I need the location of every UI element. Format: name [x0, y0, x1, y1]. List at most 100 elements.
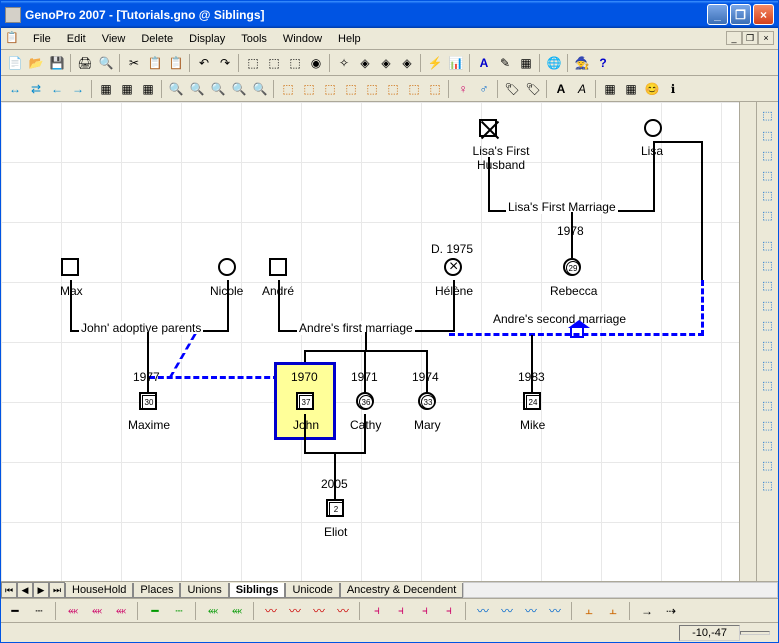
genogram-canvas[interactable]: Lisa's FirstHusband Lisa Lisa's First Ma…: [1, 102, 756, 581]
grid-icon[interactable]: ▦: [138, 79, 158, 99]
tree-icon[interactable]: ⬚: [404, 79, 424, 99]
tool-icon[interactable]: ◉: [306, 53, 326, 73]
tool-icon[interactable]: ◈: [397, 53, 417, 73]
rel-tool-icon[interactable]: ⫞: [439, 601, 459, 621]
tab-siblings[interactable]: Siblings: [229, 583, 286, 598]
rel-tool-icon[interactable]: ⬼: [227, 601, 247, 621]
tool-icon[interactable]: ✧: [334, 53, 354, 73]
rel-tool-icon[interactable]: 〰: [521, 601, 541, 621]
tab-nav-last[interactable]: ⏭: [49, 582, 65, 598]
tool-icon[interactable]: ⬚: [243, 53, 263, 73]
menu-window[interactable]: Window: [275, 31, 330, 47]
tool-icon[interactable]: ⬚: [264, 53, 284, 73]
label-icon[interactable]: 🏷: [502, 79, 522, 99]
rel-tool-icon[interactable]: ⬼: [63, 601, 83, 621]
zoom-icon[interactable]: 🔍: [229, 79, 249, 99]
rel-tool-icon[interactable]: 〰: [309, 601, 329, 621]
person-nicole[interactable]: [218, 258, 236, 279]
menu-tools[interactable]: Tools: [233, 31, 275, 47]
person-lisas-husband[interactable]: [479, 119, 497, 140]
tree-icon[interactable]: ⬚: [425, 79, 445, 99]
rel-tool-icon[interactable]: 〰: [473, 601, 493, 621]
zoom-out-icon[interactable]: 🔍: [187, 79, 207, 99]
vertical-scrollbar[interactable]: [739, 102, 756, 581]
tree-icon[interactable]: ⬚: [299, 79, 319, 99]
menu-display[interactable]: Display: [181, 31, 233, 47]
tab-nav-next[interactable]: ▶: [33, 582, 49, 598]
rel-tool-icon[interactable]: ⬼: [111, 601, 131, 621]
tree-icon[interactable]: ⬚: [278, 79, 298, 99]
side-tool-icon[interactable]: ⬚: [759, 146, 777, 164]
maximize-button[interactable]: ❐: [730, 4, 751, 25]
grid-icon[interactable]: ▦: [96, 79, 116, 99]
preview-icon[interactable]: 🔍: [96, 53, 116, 73]
text-icon[interactable]: A: [474, 53, 494, 73]
side-tool-icon[interactable]: ⬚: [759, 236, 777, 254]
minimize-button[interactable]: _: [707, 4, 728, 25]
tab-nav-first[interactable]: ⏮: [1, 582, 17, 598]
smiley-icon[interactable]: 😊: [642, 79, 662, 99]
redo-icon[interactable]: ↷: [215, 53, 235, 73]
rel-tool-icon[interactable]: ┄: [169, 601, 189, 621]
side-tool-icon[interactable]: ⬚: [759, 166, 777, 184]
tab-household[interactable]: HouseHold: [65, 583, 133, 598]
menu-help[interactable]: Help: [330, 31, 369, 47]
rel-tool-icon[interactable]: 〰: [285, 601, 305, 621]
side-tool-icon[interactable]: ⬚: [759, 436, 777, 454]
side-tool-icon[interactable]: ⬚: [759, 356, 777, 374]
rel-tool-icon[interactable]: ━: [5, 601, 25, 621]
open-icon[interactable]: 📂: [26, 53, 46, 73]
person-max[interactable]: [61, 258, 79, 279]
palette-icon[interactable]: ▦: [516, 53, 536, 73]
rel-tool-icon[interactable]: ⫞: [367, 601, 387, 621]
horizontal-scrollbar[interactable]: [463, 582, 778, 598]
pencil-icon[interactable]: ✎: [495, 53, 515, 73]
save-icon[interactable]: 💾: [47, 53, 67, 73]
side-tool-icon[interactable]: ⬚: [759, 276, 777, 294]
nav-icon[interactable]: →: [68, 79, 88, 99]
tool-icon[interactable]: ◈: [355, 53, 375, 73]
mdi-restore[interactable]: ❐: [742, 31, 758, 45]
layout-icon[interactable]: ▦: [600, 79, 620, 99]
person-lisa[interactable]: [644, 119, 662, 140]
mdi-minimize[interactable]: _: [726, 31, 742, 45]
nav-icon[interactable]: ↔: [5, 79, 25, 99]
menu-edit[interactable]: Edit: [59, 31, 94, 47]
side-tool-icon[interactable]: ⬚: [759, 256, 777, 274]
side-tool-icon[interactable]: ⬚: [759, 296, 777, 314]
side-tool-icon[interactable]: ⬚: [759, 316, 777, 334]
tab-unions[interactable]: Unions: [180, 583, 228, 598]
side-tool-icon[interactable]: ⬚: [759, 416, 777, 434]
font-icon[interactable]: A: [572, 79, 592, 99]
font-icon[interactable]: A: [551, 79, 571, 99]
tree-icon[interactable]: ⬚: [383, 79, 403, 99]
label-icon[interactable]: 🏷: [523, 79, 543, 99]
tab-ancestry[interactable]: Ancestry & Decendent: [340, 583, 463, 598]
tool-icon[interactable]: ◈: [376, 53, 396, 73]
rel-tool-icon[interactable]: 〰: [497, 601, 517, 621]
rel-tool-icon[interactable]: ⫞: [391, 601, 411, 621]
person-helene[interactable]: [444, 258, 462, 279]
zoom-in-icon[interactable]: 🔍: [166, 79, 186, 99]
tool-icon[interactable]: 📊: [446, 53, 466, 73]
wizard-icon[interactable]: 🧙: [572, 53, 592, 73]
rel-tool-icon[interactable]: →: [637, 601, 657, 621]
rel-tool-icon[interactable]: ━: [145, 601, 165, 621]
tree-icon[interactable]: ⬚: [320, 79, 340, 99]
tab-nav-prev[interactable]: ◀: [17, 582, 33, 598]
menu-file[interactable]: File: [25, 31, 59, 47]
zoom-fit-icon[interactable]: 🔍: [208, 79, 228, 99]
side-tool-icon[interactable]: ⬚: [759, 186, 777, 204]
tab-unicode[interactable]: Unicode: [285, 583, 339, 598]
tree-icon[interactable]: ⬚: [362, 79, 382, 99]
help-icon[interactable]: ?: [593, 53, 613, 73]
side-tool-icon[interactable]: ⬚: [759, 206, 777, 224]
side-tool-icon[interactable]: ⬚: [759, 336, 777, 354]
rel-tool-icon[interactable]: ⫠: [603, 601, 623, 621]
copy-icon[interactable]: 📋: [145, 53, 165, 73]
side-tool-icon[interactable]: ⬚: [759, 126, 777, 144]
rel-tool-icon[interactable]: 〰: [333, 601, 353, 621]
cut-icon[interactable]: ✂: [124, 53, 144, 73]
tool-icon[interactable]: ⚡: [425, 53, 445, 73]
tree-icon[interactable]: ⬚: [341, 79, 361, 99]
